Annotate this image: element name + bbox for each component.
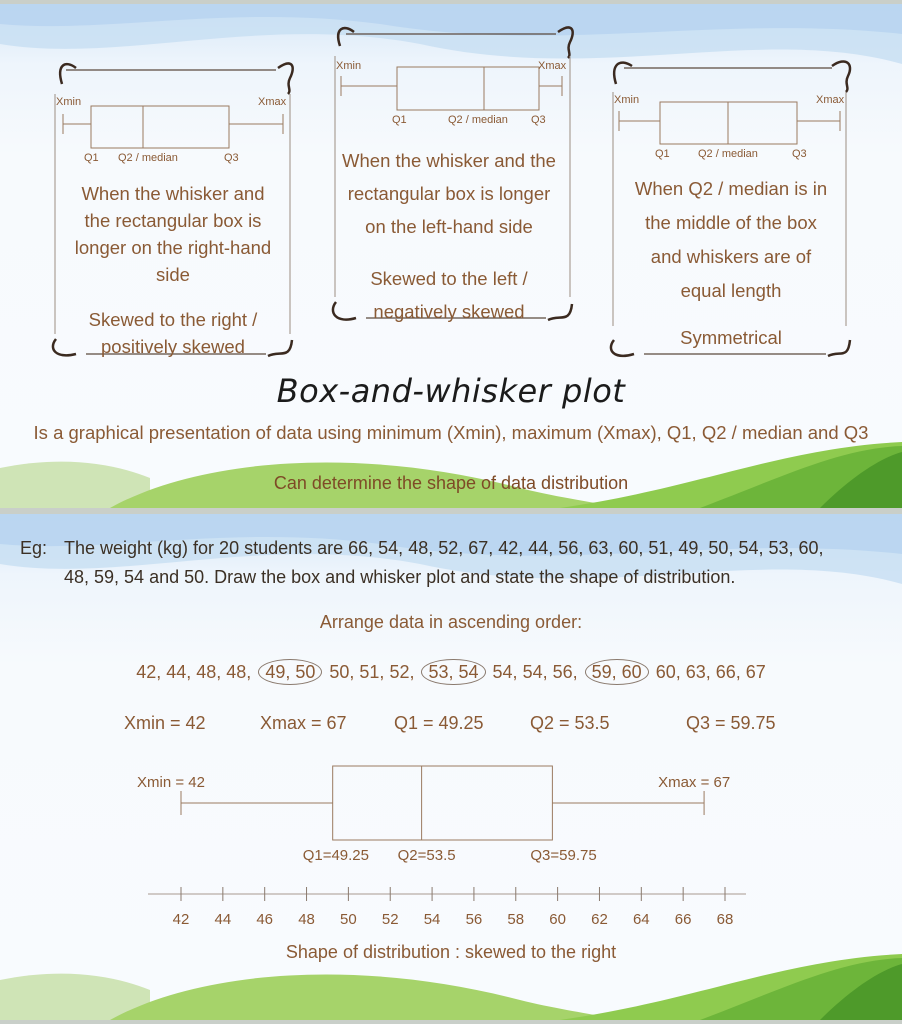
circled-pair: 49, 50 bbox=[258, 659, 323, 685]
description-line: rectangular box is longer bbox=[347, 183, 551, 204]
card-right-skew: Xmin Xmax Q1 Q2 / median Q3 When the whi… bbox=[46, 54, 300, 368]
shape-line: Skewed to the right / bbox=[88, 309, 258, 330]
card-shape: Skewed to the right / positively skewed bbox=[46, 306, 300, 360]
mini-xmin-label: Xmin bbox=[336, 60, 362, 72]
axis-tick-label: 52 bbox=[382, 911, 399, 928]
question-line-1: The weight (kg) for 20 students are 66, … bbox=[64, 538, 824, 558]
description-line: When the whisker and bbox=[81, 183, 265, 204]
data-value: 51, bbox=[359, 662, 390, 682]
stat-xmin: Xmin = 42 bbox=[124, 713, 206, 733]
mini-q2-label: Q2 / median bbox=[698, 148, 758, 160]
mini-q3-label: Q3 bbox=[792, 148, 807, 160]
description-line: When the whisker and the bbox=[342, 150, 556, 171]
axis-tick-label: 44 bbox=[215, 911, 232, 928]
mini-q2-label: Q2 / median bbox=[448, 114, 508, 126]
card-description: When Q2 / median is in the middle of the… bbox=[604, 172, 858, 308]
stat-q3: Q3 = 59.75 bbox=[686, 713, 776, 733]
axis-tick-label: 60 bbox=[549, 911, 566, 928]
mini-q1-label: Q1 bbox=[84, 152, 99, 164]
card-description: When the whisker and the rectangular box… bbox=[46, 180, 300, 288]
conclusion: Shape of distribution : skewed to the ri… bbox=[285, 942, 617, 962]
box-plot-chart: Xmin = 42 Xmax = 67 Q1=49.25 Q2=53.5 Q3=59.7… bbox=[137, 765, 746, 928]
shape-line: positively skewed bbox=[101, 336, 245, 357]
mini-q3-label: Q3 bbox=[531, 114, 546, 126]
slide-worked-example: Eg: The weight (kg) for 20 students are … bbox=[0, 514, 902, 1020]
data-value: 52, bbox=[389, 662, 420, 682]
q2-label: Q2=53.5 bbox=[398, 847, 456, 864]
stat-q2: Q2 = 53.5 bbox=[530, 713, 610, 733]
mini-q1-label: Q1 bbox=[392, 114, 407, 126]
sorted-data-row: 42, 44, 48, 48, 49, 50 50, 51, 52, 53, 5… bbox=[0, 659, 902, 685]
stat-q1: Q1 = 49.25 bbox=[394, 713, 484, 733]
arrange-label: Arrange data in ascending order: bbox=[319, 612, 583, 632]
circled-pair: 59, 60 bbox=[584, 659, 649, 685]
data-value: 63, bbox=[685, 662, 716, 682]
card-shape: Symmetrical bbox=[604, 324, 858, 351]
axis-tick-label: 68 bbox=[717, 911, 734, 928]
card-description: When the whisker and the rectangular box… bbox=[326, 144, 572, 243]
axis-tick-label: 66 bbox=[675, 911, 692, 928]
data-value: 60, bbox=[655, 662, 686, 682]
slide-note: Can determine the shape of data distribu… bbox=[273, 473, 629, 493]
data-value: 44, bbox=[166, 662, 197, 682]
axis-tick-label: 58 bbox=[507, 911, 524, 928]
stat-xmax: Xmax = 67 bbox=[260, 713, 347, 733]
description-line: the rectangular box is bbox=[84, 210, 262, 231]
axis-tick-label: 50 bbox=[340, 911, 357, 928]
q1-label: Q1=49.25 bbox=[303, 847, 369, 864]
axis-tick-label: 62 bbox=[591, 911, 608, 928]
axis-tick-label: 56 bbox=[466, 911, 483, 928]
mini-xmin-label: Xmin bbox=[56, 96, 82, 108]
description-line: longer on the right-hand bbox=[74, 237, 272, 258]
circled-pair: 53, 54 bbox=[421, 659, 486, 685]
axis-tick-label: 48 bbox=[298, 911, 315, 928]
card-left-skew: Xmin Xmax Q1 Q2 / median Q3 When the whi… bbox=[326, 22, 580, 336]
q3-label: Q3=59.75 bbox=[530, 847, 596, 864]
shape-line: Skewed to the left / bbox=[370, 268, 528, 289]
description-line: and whiskers are of bbox=[650, 246, 812, 267]
xmax-label: Xmax = 67 bbox=[658, 774, 730, 791]
mini-xmax-label: Xmax bbox=[816, 94, 845, 106]
example-label: Eg: bbox=[20, 538, 48, 558]
data-value: 48, bbox=[196, 662, 227, 682]
mini-q3-label: Q3 bbox=[224, 152, 239, 164]
description-line: the middle of the box bbox=[645, 212, 817, 233]
data-value: 42, bbox=[136, 662, 167, 682]
slide-box-whisker-intro: Xmin Xmax Q1 Q2 / median Q3 When the whi… bbox=[0, 4, 902, 508]
data-value: 66, bbox=[715, 662, 746, 682]
data-value: 54, bbox=[492, 662, 523, 682]
card-symmetrical: Xmin Xmax Q1 Q2 / median Q3 When Q2 / me… bbox=[604, 54, 858, 368]
shape-line: negatively skewed bbox=[373, 301, 525, 322]
data-value: 50, bbox=[329, 662, 360, 682]
data-value: 67 bbox=[745, 662, 766, 682]
mini-q1-label: Q1 bbox=[655, 148, 670, 160]
question-line-2: 48, 59, 54 and 50. Draw the box and whis… bbox=[64, 567, 736, 587]
card-shape: Skewed to the left / negatively skewed bbox=[326, 262, 572, 328]
mini-xmax-label: Xmax bbox=[258, 96, 287, 108]
axis-tick-label: 54 bbox=[424, 911, 441, 928]
data-value: 56, bbox=[552, 662, 583, 682]
slide-title: Box-and-whisker plot bbox=[276, 372, 626, 410]
axis-tick-label: 42 bbox=[173, 911, 190, 928]
mini-xmin-label: Xmin bbox=[614, 94, 640, 106]
mini-q2-label: Q2 / median bbox=[118, 152, 178, 164]
data-value: 48, bbox=[226, 662, 257, 682]
data-value: 54, bbox=[522, 662, 553, 682]
description-line: side bbox=[156, 264, 190, 285]
description-line: equal length bbox=[680, 280, 782, 301]
description-line: When Q2 / median is in bbox=[634, 178, 828, 199]
axis-tick-label: 64 bbox=[633, 911, 650, 928]
mini-xmax-label: Xmax bbox=[538, 60, 567, 72]
shape-line: Symmetrical bbox=[680, 327, 782, 348]
axis-tick-label: 46 bbox=[256, 911, 273, 928]
iqr-box bbox=[332, 765, 553, 841]
description-line: on the left-hand side bbox=[365, 216, 533, 237]
xmin-label: Xmin = 42 bbox=[137, 774, 205, 791]
slide-subtitle: Is a graphical presentation of data usin… bbox=[33, 422, 869, 443]
